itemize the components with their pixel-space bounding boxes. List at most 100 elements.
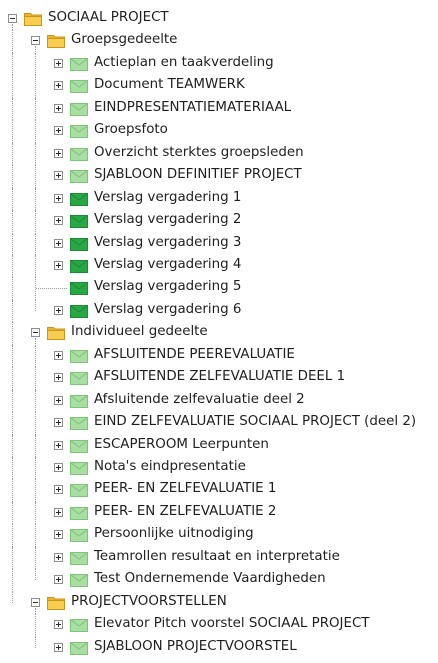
- tree-item[interactable]: SJABLOON DEFINITIEF PROJECT: [0, 165, 438, 188]
- item-label[interactable]: AFSLUITENDE ZELFEVALUATIE DEEL 1: [94, 368, 345, 386]
- expand-toggle[interactable]: [54, 395, 63, 405]
- tree-item[interactable]: Verslag vergadering 4: [0, 254, 438, 278]
- tree-connector: [35, 254, 36, 278]
- expand-toggle[interactable]: [54, 373, 63, 383]
- expand-toggle[interactable]: [54, 238, 63, 248]
- expand-toggle[interactable]: [54, 81, 63, 91]
- item-label[interactable]: Verslag vergadering 4: [94, 256, 241, 274]
- new-mail-icon: [70, 215, 88, 229]
- item-label[interactable]: Test Ondernemende Vaardigheden: [94, 570, 326, 588]
- tree-item[interactable]: Groepsfoto: [0, 120, 438, 143]
- item-label[interactable]: Verslag vergadering 1: [94, 189, 241, 207]
- item-label[interactable]: Afsluitende zelfevaluatie deel 2: [94, 391, 305, 409]
- item-label[interactable]: PEER- EN ZELFEVALUATIE 2: [94, 503, 276, 521]
- item-label[interactable]: Elevator Pitch voorstel SOCIAAL PROJECT: [94, 615, 369, 633]
- folder-label[interactable]: PROJECTVOORSTELLEN: [71, 593, 227, 611]
- tree-connector: [35, 434, 36, 457]
- tree-item[interactable]: Nota's eindpresentatie: [0, 457, 438, 480]
- expand-toggle[interactable]: [54, 507, 63, 517]
- collapse-toggle[interactable]: [31, 36, 40, 46]
- item-label[interactable]: SJABLOON PROJECTVOORSTEL: [94, 638, 297, 656]
- tree-folder-individueel-gedeelte[interactable]: Individueel gedeelte: [0, 322, 438, 345]
- tree-guide-line: [12, 389, 13, 413]
- tree-item[interactable]: Teamrollen resultaat en interpretatie: [0, 546, 438, 570]
- tree-folder-groepsgedeelte[interactable]: Groepsgedeelte: [0, 30, 438, 53]
- expand-toggle[interactable]: [54, 103, 63, 113]
- collapse-toggle[interactable]: [31, 597, 40, 607]
- item-label[interactable]: Document TEAMWERK: [94, 76, 245, 94]
- tree-guide-line: [12, 210, 13, 233]
- item-label[interactable]: Verslag vergadering 2: [94, 211, 241, 229]
- expand-toggle[interactable]: [54, 148, 63, 158]
- tree-item[interactable]: AFSLUITENDE ZELFEVALUATIE DEEL 1: [0, 367, 438, 390]
- expand-toggle[interactable]: [54, 58, 63, 68]
- tree-guide-line: [12, 187, 13, 211]
- tree-item[interactable]: Verslag vergadering 1: [0, 187, 438, 211]
- tree-item[interactable]: Verslag vergadering 5: [0, 277, 438, 300]
- mail-icon: [70, 506, 88, 520]
- item-label[interactable]: Verslag vergadering 3: [94, 234, 241, 252]
- expand-toggle[interactable]: [54, 350, 63, 360]
- tree-item[interactable]: PEER- EN ZELFEVALUATIE 1: [0, 479, 438, 502]
- folder-label[interactable]: Individueel gedeelte: [71, 323, 208, 341]
- collapse-toggle[interactable]: [31, 328, 40, 338]
- collapse-toggle[interactable]: [8, 14, 17, 23]
- folder-label[interactable]: Groepsgedeelte: [71, 31, 177, 49]
- item-label[interactable]: Nota's eindpresentatie: [94, 458, 246, 476]
- tree-connector: [35, 142, 36, 166]
- tree-item[interactable]: Verslag vergadering 6: [0, 299, 438, 323]
- mail-icon: [70, 349, 88, 363]
- item-label[interactable]: AFSLUITENDE PEEREVALUATIE: [94, 346, 295, 364]
- item-label[interactable]: SJABLOON DEFINITIEF PROJECT: [94, 166, 302, 184]
- item-label[interactable]: EINDPRESENTATIEMATERIAAL: [94, 99, 291, 117]
- item-label[interactable]: PEER- EN ZELFEVALUATIE 1: [94, 480, 276, 498]
- expand-toggle[interactable]: [54, 485, 63, 495]
- tree-item[interactable]: Test Ondernemende Vaardigheden: [0, 569, 438, 592]
- tree-item[interactable]: SJABLOON PROJECTVOORSTEL: [0, 636, 438, 659]
- tree-item[interactable]: Actieplan en taakverdeling: [0, 52, 438, 76]
- item-label[interactable]: Actieplan en taakverdeling: [94, 54, 274, 72]
- tree-item[interactable]: PEER- EN ZELFEVALUATIE 2: [0, 501, 438, 525]
- tree-item[interactable]: Afsluitende zelfevaluatie deel 2: [0, 389, 438, 413]
- tree-guide-line: [12, 434, 13, 457]
- item-label[interactable]: Overzicht sterktes groepsleden: [94, 144, 304, 162]
- expand-toggle[interactable]: [54, 260, 63, 270]
- expand-toggle[interactable]: [54, 620, 63, 630]
- item-label[interactable]: ESCAPEROOM Leerpunten: [94, 436, 269, 454]
- expand-toggle[interactable]: [54, 418, 63, 428]
- tree-item[interactable]: AFSLUITENDE PEEREVALUATIE: [0, 344, 438, 368]
- item-label[interactable]: Verslag vergadering 5: [94, 278, 241, 296]
- item-label[interactable]: Teamrollen resultaat en interpretatie: [94, 548, 340, 566]
- mail-icon: [70, 80, 88, 94]
- expand-toggle[interactable]: [54, 216, 63, 226]
- expand-toggle[interactable]: [54, 440, 63, 450]
- expand-toggle[interactable]: [54, 530, 63, 540]
- tree-item[interactable]: ESCAPEROOM Leerpunten: [0, 434, 438, 457]
- tree-item[interactable]: Persoonlijke uitnodiging: [0, 524, 438, 547]
- expand-toggle[interactable]: [54, 305, 63, 315]
- expand-toggle[interactable]: [54, 126, 63, 136]
- item-label[interactable]: Persoonlijke uitnodiging: [94, 525, 254, 543]
- tree-folder-sociaal-project[interactable]: SOCIAAL PROJECT: [0, 8, 438, 30]
- expand-toggle[interactable]: [54, 193, 63, 203]
- mail-icon: [70, 619, 88, 633]
- tree-connector: [35, 389, 36, 413]
- tree-item[interactable]: EIND ZELFEVALUATIE SOCIAAL PROJECT (deel…: [0, 412, 438, 435]
- expand-toggle[interactable]: [54, 463, 63, 472]
- expand-toggle[interactable]: [54, 552, 63, 562]
- expand-toggle[interactable]: [54, 171, 63, 181]
- tree-item[interactable]: Document TEAMWERK: [0, 75, 438, 98]
- folder-label[interactable]: SOCIAAL PROJECT: [48, 9, 169, 27]
- tree-guide-line: [12, 546, 13, 570]
- expand-toggle[interactable]: [54, 642, 63, 652]
- tree-item[interactable]: Verslag vergadering 2: [0, 210, 438, 233]
- tree-item[interactable]: Verslag vergadering 3: [0, 232, 438, 255]
- tree-folder-projectvoorstellen[interactable]: PROJECTVOORSTELLEN: [0, 591, 438, 614]
- tree-item[interactable]: EINDPRESENTATIEMATERIAAL: [0, 97, 438, 121]
- item-label[interactable]: Verslag vergadering 6: [94, 301, 241, 319]
- tree-item[interactable]: Overzicht sterktes groepsleden: [0, 142, 438, 166]
- tree-item[interactable]: Elevator Pitch voorstel SOCIAAL PROJECT: [0, 614, 438, 637]
- item-label[interactable]: EIND ZELFEVALUATIE SOCIAAL PROJECT (deel…: [94, 413, 416, 431]
- item-label[interactable]: Groepsfoto: [94, 121, 168, 139]
- expand-toggle[interactable]: [54, 575, 63, 585]
